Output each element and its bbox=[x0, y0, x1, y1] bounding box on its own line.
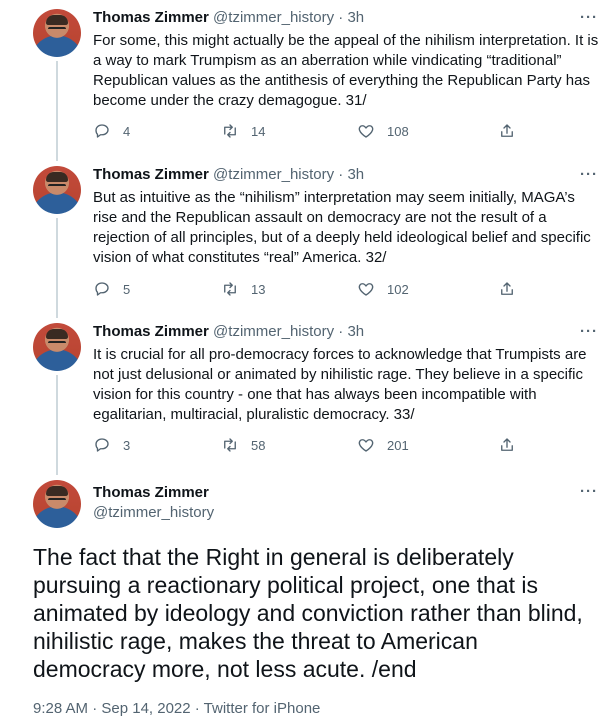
retweet-count: 58 bbox=[251, 437, 266, 453]
timestamp-text[interactable]: 9:28 AM · Sep 14, 2022 · bbox=[33, 700, 204, 717]
retweet-count: 13 bbox=[251, 281, 266, 297]
author-handle[interactable]: @tzimmer_history bbox=[93, 504, 214, 521]
source-link[interactable]: Twitter for iPhone bbox=[204, 700, 321, 717]
reply-tweet[interactable]: Thomas Zimmer @tzimmer_history · 3h ··· … bbox=[0, 157, 612, 314]
tweet-text: The fact that the Right in general is de… bbox=[33, 544, 583, 682]
reply-button[interactable]: 3 bbox=[93, 436, 130, 454]
author-handle[interactable]: @tzimmer_history bbox=[213, 323, 334, 340]
heart-icon bbox=[358, 125, 374, 138]
avatar[interactable] bbox=[33, 166, 81, 214]
tweet-text: But as intuitive as the “nihilism” inter… bbox=[93, 189, 591, 266]
tweet-time[interactable]: · 3h bbox=[338, 166, 364, 183]
reply-count: 5 bbox=[123, 281, 131, 297]
reply-count: 3 bbox=[123, 437, 131, 453]
tweet-actions: 3 58 201 bbox=[93, 436, 523, 456]
reply-icon bbox=[95, 438, 109, 452]
author-name[interactable]: Thomas Zimmer bbox=[93, 484, 209, 501]
tweet-actions: 4 14 108 bbox=[93, 122, 523, 142]
retweet-button[interactable]: 58 bbox=[221, 436, 265, 454]
retweet-button[interactable]: 14 bbox=[221, 122, 265, 140]
avatar[interactable] bbox=[33, 480, 81, 528]
retweet-icon bbox=[224, 282, 236, 296]
reply-button[interactable]: 4 bbox=[93, 122, 130, 140]
tweet-time[interactable]: · 3h bbox=[338, 323, 364, 340]
tweet-timestamp: 9:28 AM · Sep 14, 2022 · Twitter for iPh… bbox=[33, 700, 320, 717]
share-button[interactable] bbox=[498, 436, 528, 454]
reply-icon bbox=[95, 282, 109, 296]
more-options-icon[interactable]: ··· bbox=[580, 9, 598, 26]
author-handle[interactable]: @tzimmer_history bbox=[213, 166, 334, 183]
more-options-icon[interactable]: ··· bbox=[580, 323, 598, 340]
like-button[interactable]: 108 bbox=[357, 122, 409, 140]
tweet-text: It is crucial for all pro-democracy forc… bbox=[93, 346, 587, 423]
reply-button[interactable]: 5 bbox=[93, 280, 130, 298]
tweet-header: Thomas Zimmer @tzimmer_history · 3h bbox=[93, 9, 364, 26]
main-tweet[interactable]: Thomas Zimmer @tzimmer_history ··· The f… bbox=[0, 471, 612, 720]
retweet-count: 14 bbox=[251, 123, 266, 139]
like-button[interactable]: 201 bbox=[357, 436, 409, 454]
author-name[interactable]: Thomas Zimmer bbox=[93, 323, 209, 340]
author-handle[interactable]: @tzimmer_history bbox=[213, 9, 334, 26]
reply-tweet[interactable]: Thomas Zimmer @tzimmer_history · 3h ··· … bbox=[0, 314, 612, 471]
share-icon bbox=[501, 124, 513, 137]
avatar[interactable] bbox=[33, 323, 81, 371]
tweet-actions: 5 13 102 bbox=[93, 280, 523, 300]
like-count: 201 bbox=[387, 437, 409, 453]
heart-icon bbox=[358, 283, 374, 296]
author-name[interactable]: Thomas Zimmer bbox=[93, 166, 209, 183]
share-button[interactable] bbox=[498, 122, 528, 140]
avatar[interactable] bbox=[33, 9, 81, 57]
like-count: 108 bbox=[387, 123, 409, 139]
heart-icon bbox=[358, 439, 374, 452]
tweet-text: For some, this might actually be the app… bbox=[93, 32, 599, 109]
reply-icon bbox=[95, 124, 109, 138]
retweet-icon bbox=[224, 124, 236, 138]
author-name[interactable]: Thomas Zimmer bbox=[93, 9, 209, 26]
reply-count: 4 bbox=[123, 123, 131, 139]
tweet-header: Thomas Zimmer @tzimmer_history · 3h bbox=[93, 323, 364, 340]
retweet-icon bbox=[224, 438, 236, 452]
share-button[interactable] bbox=[498, 280, 528, 298]
share-icon bbox=[501, 438, 513, 451]
like-button[interactable]: 102 bbox=[357, 280, 409, 298]
tweet-header: Thomas Zimmer @tzimmer_history · 3h bbox=[93, 166, 364, 183]
share-icon bbox=[501, 282, 513, 295]
more-options-icon[interactable]: ··· bbox=[580, 166, 598, 183]
retweet-button[interactable]: 13 bbox=[221, 280, 265, 298]
reply-tweet[interactable]: Thomas Zimmer @tzimmer_history · 3h ··· … bbox=[0, 0, 612, 157]
like-count: 102 bbox=[387, 281, 409, 297]
tweet-time[interactable]: · 3h bbox=[338, 9, 364, 26]
more-options-icon[interactable]: ··· bbox=[580, 483, 598, 500]
